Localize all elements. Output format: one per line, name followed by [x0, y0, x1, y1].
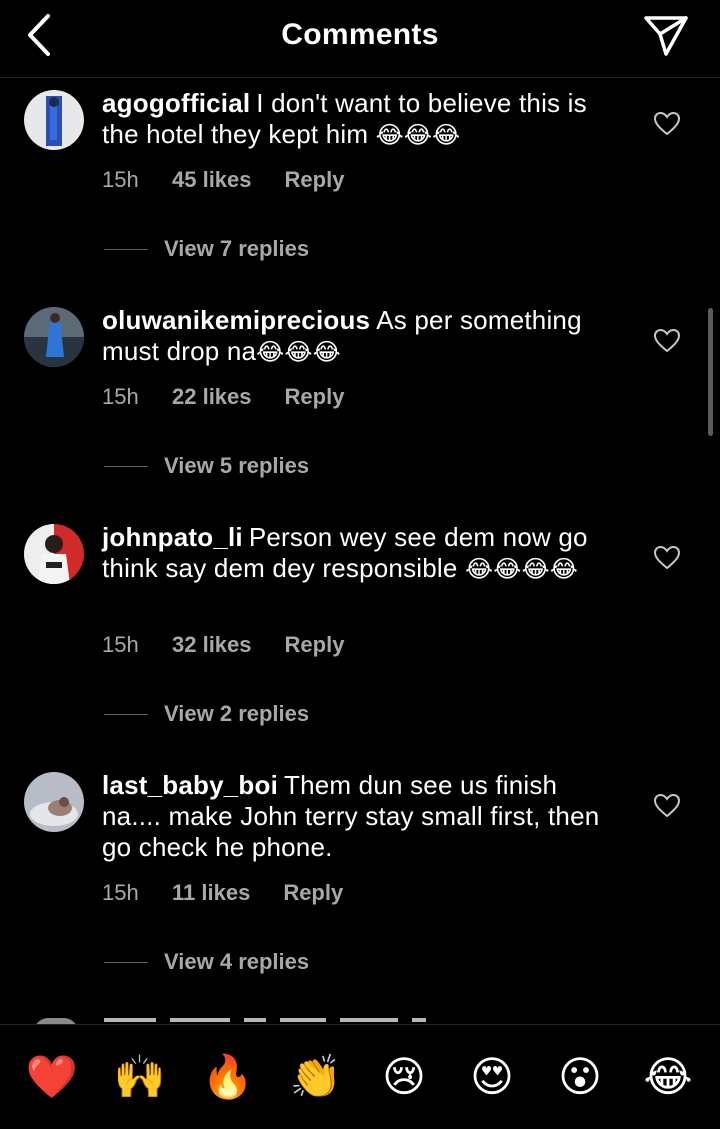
- avatar[interactable]: [24, 307, 84, 367]
- heart-eyes-icon[interactable]: 😍: [464, 1049, 520, 1105]
- comment-meta: 15h 32 likes Reply: [102, 632, 344, 658]
- username[interactable]: agogofficial: [102, 88, 250, 118]
- paper-plane-icon[interactable]: [642, 14, 690, 58]
- comment-meta: 15h 45 likes Reply: [102, 167, 344, 193]
- comment-time: 15h: [102, 880, 139, 905]
- username[interactable]: oluwanikemiprecious: [102, 305, 370, 335]
- view-replies[interactable]: View 5 replies: [104, 453, 309, 479]
- heart-icon[interactable]: [653, 793, 681, 819]
- comment-meta: 15h 11 likes Reply: [102, 880, 343, 906]
- reply-button[interactable]: Reply: [285, 384, 345, 410]
- quick-reactions-bar: ❤️ 🙌 🔥 👏 😢 😍 😮 😂: [0, 1024, 720, 1129]
- divider: [104, 248, 148, 250]
- likes-count[interactable]: 45 likes: [172, 167, 252, 193]
- page-title: Comments: [281, 18, 439, 51]
- clapping-hands-icon[interactable]: 👏: [288, 1049, 344, 1105]
- fire-icon[interactable]: 🔥: [200, 1049, 256, 1105]
- reply-button[interactable]: Reply: [285, 632, 345, 658]
- view-replies[interactable]: View 2 replies: [104, 701, 309, 727]
- comment-text: last_baby_boi Them dun see us finish na..…: [102, 770, 600, 862]
- divider: [104, 961, 148, 963]
- avatar[interactable]: [24, 90, 84, 150]
- likes-count[interactable]: 11 likes: [172, 880, 250, 906]
- comment-text: johnpato_li Person wey see dem now go thi…: [102, 522, 588, 583]
- likes-count[interactable]: 32 likes: [172, 632, 252, 658]
- heart-icon[interactable]: [653, 545, 681, 571]
- surprised-face-icon[interactable]: 😮: [552, 1049, 608, 1105]
- avatar[interactable]: [24, 772, 84, 832]
- comment-text: agogofficial I don't want to believe this…: [102, 88, 587, 149]
- comment-time: 15h: [102, 384, 139, 409]
- comments-list: agogofficial I don't want to believe this…: [0, 78, 720, 1024]
- crying-face-icon[interactable]: 😢: [376, 1049, 432, 1105]
- comment-meta: 15h 22 likes Reply: [102, 384, 344, 410]
- tears-of-joy-icon[interactable]: 😂: [640, 1049, 696, 1105]
- view-replies[interactable]: View 7 replies: [104, 236, 309, 262]
- raising-hands-icon[interactable]: 🙌: [112, 1049, 168, 1105]
- comment-text: oluwanikemiprecious As per something must…: [102, 305, 582, 366]
- comments-header: Comments: [0, 0, 720, 78]
- divider: [104, 713, 148, 715]
- likes-count[interactable]: 22 likes: [172, 384, 252, 410]
- comment-time: 15h: [102, 167, 139, 192]
- view-replies[interactable]: View 4 replies: [104, 949, 309, 975]
- reply-button[interactable]: Reply: [285, 167, 345, 193]
- reply-button[interactable]: Reply: [283, 880, 343, 906]
- avatar[interactable]: [24, 524, 84, 584]
- red-heart-icon[interactable]: ❤️: [24, 1049, 80, 1105]
- divider: [104, 465, 148, 467]
- username[interactable]: johnpato_li: [102, 522, 243, 552]
- heart-icon[interactable]: [653, 328, 681, 354]
- comment-time: 15h: [102, 632, 139, 657]
- heart-icon[interactable]: [653, 111, 681, 137]
- username[interactable]: last_baby_boi: [102, 770, 278, 800]
- scrollbar[interactable]: [708, 308, 713, 436]
